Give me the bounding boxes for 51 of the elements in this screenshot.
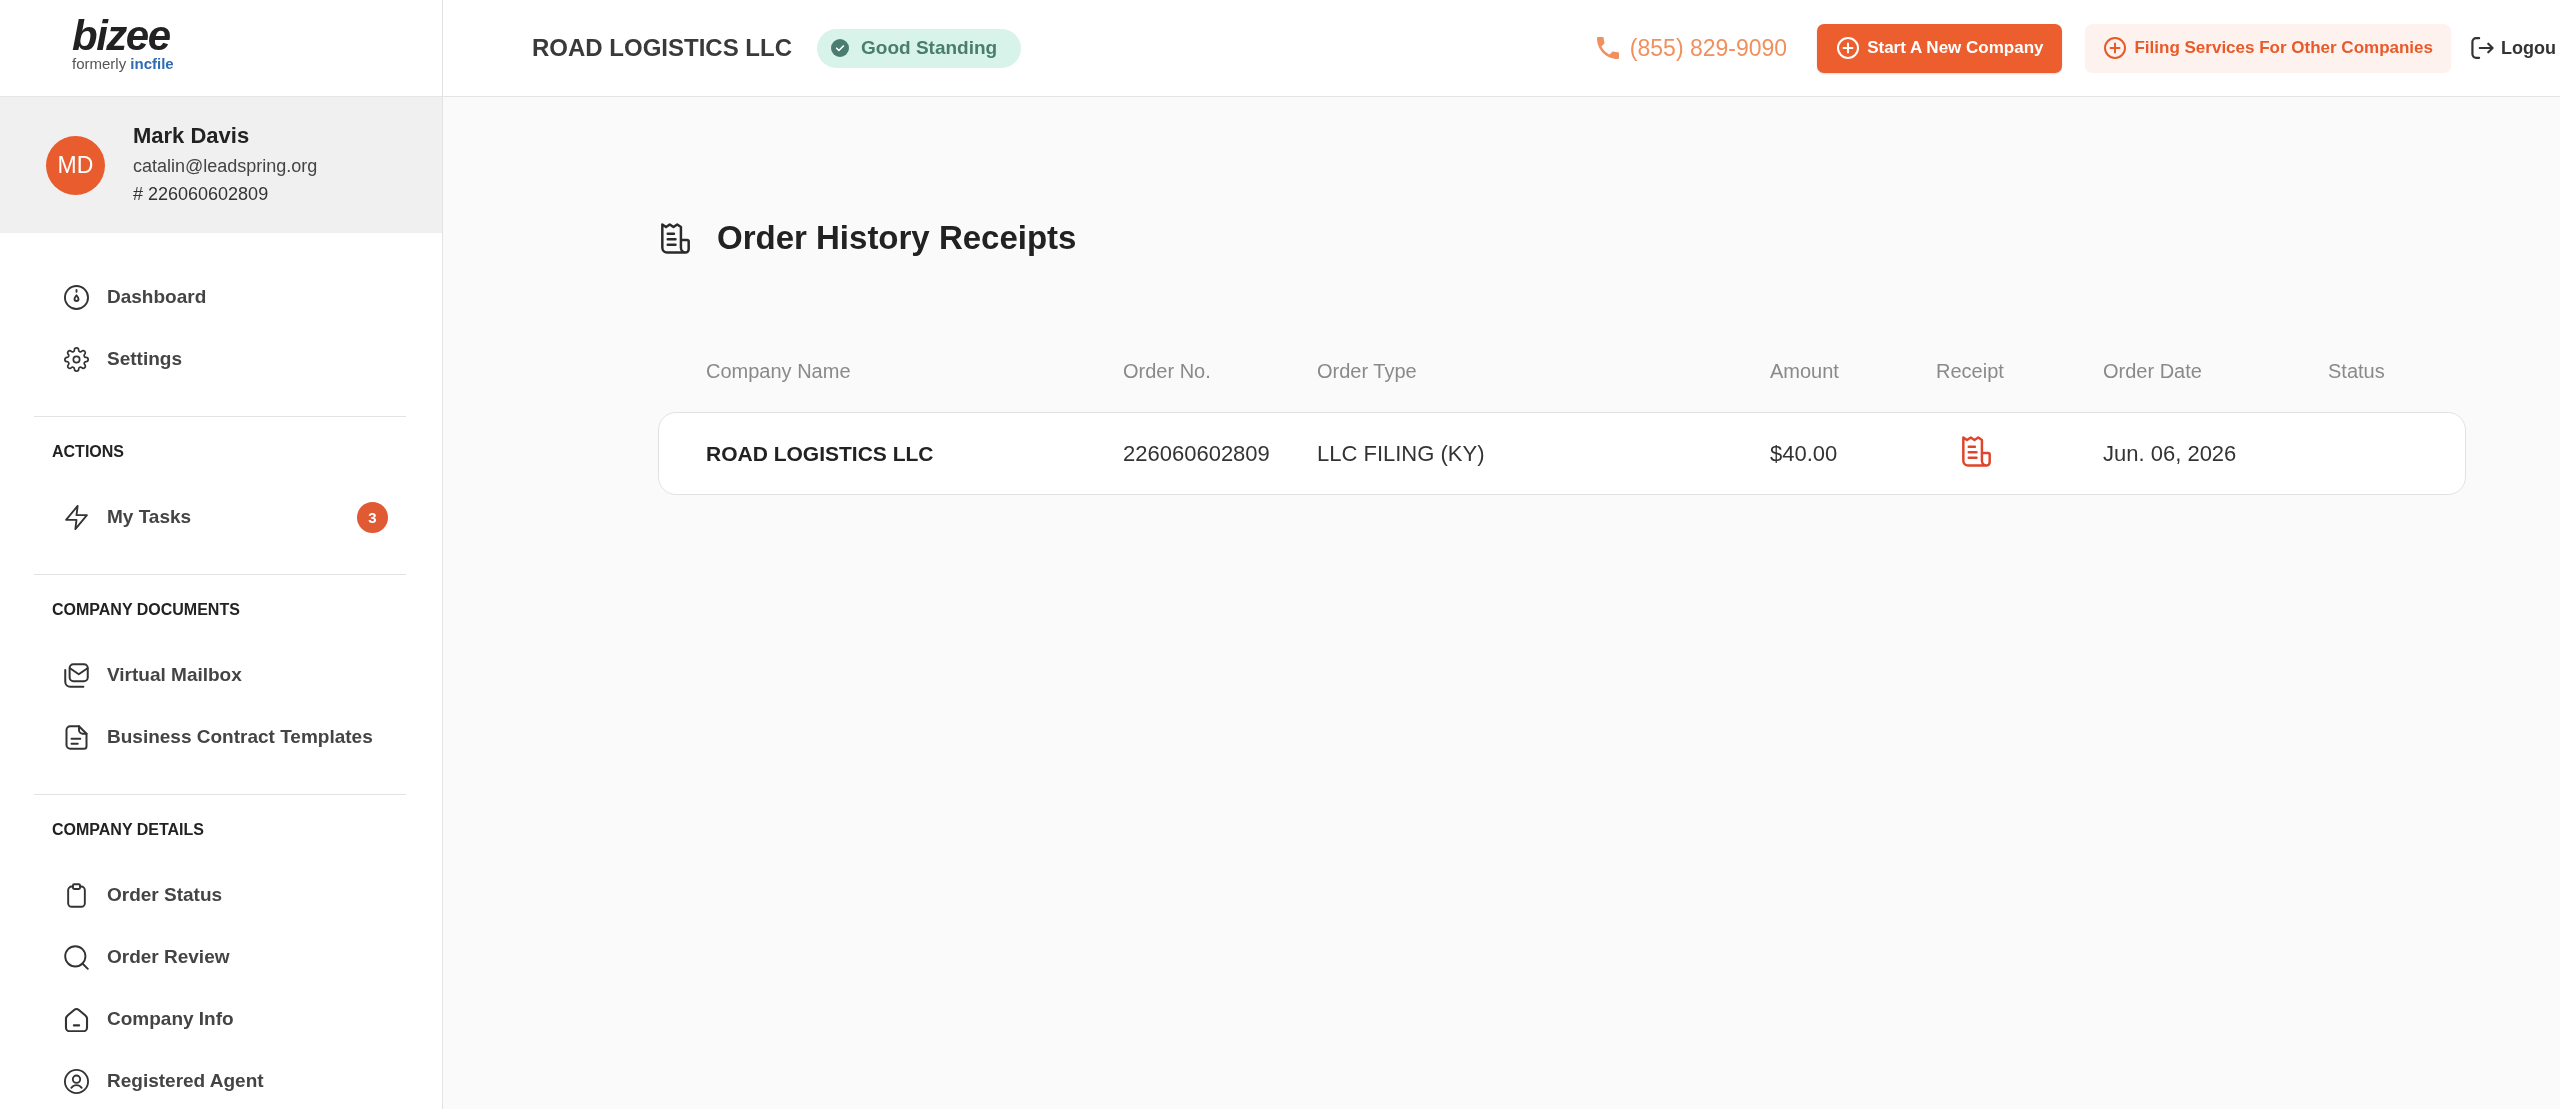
logo-wordmark: bizee [72,18,170,54]
receipt-icon [659,222,692,254]
table-cell: $40.00 [1770,440,1838,467]
logout-link[interactable]: Logou [2471,37,2556,59]
logo-tagline: formerly incfile [72,55,174,73]
phone-icon [1596,37,1619,59]
account-number: # 226060602809 [133,183,269,206]
clipboard-icon [64,882,89,908]
document-icon [64,724,89,750]
table-cell: Jun. 06, 2026 [2103,440,2237,467]
column-header: Order Date [2103,359,2202,383]
table-cell: 226060602809 [1123,440,1270,467]
user-avatar: MD [46,135,105,195]
section-heading: ACTIONS [52,442,124,462]
nav-item[interactable]: Business Contract Templates [64,724,373,750]
status-label: Good Standing [861,37,998,59]
section-heading: COMPANY DOCUMENTS [52,600,240,620]
nav-item[interactable]: Settings [64,346,182,372]
nav-item[interactable]: Order Status [64,882,223,908]
plus-circle-icon [2104,37,2127,59]
user-name: Mark Davis [133,122,250,150]
receipt-icon[interactable] [1960,436,1993,467]
column-header: Order No. [1123,359,1211,383]
column-header: Status [2328,359,2385,383]
page-title: Order History Receipts [717,218,1077,258]
table-cell: ROAD LOGISTICS LLC [706,441,934,466]
company-name: ROAD LOGISTICS LLC [532,34,792,62]
check-circle-icon [831,39,849,57]
house-icon [64,1006,89,1032]
logout-icon [2471,37,2494,59]
envelope-icon [64,662,89,688]
count-badge: 3 [357,501,388,533]
nav-item[interactable]: Company Info [64,1006,234,1032]
nav-item[interactable]: Virtual Mailbox [64,662,242,688]
nav-item[interactable]: Dashboard [64,284,207,310]
column-header: Amount [1770,359,1839,383]
gauge-icon [64,284,89,310]
lightning-icon [64,504,89,530]
section-heading: COMPANY DETAILS [52,820,204,840]
table-cell: LLC FILING (KY) [1317,440,1485,467]
nav-item[interactable]: Registered Agent [64,1068,264,1094]
user-email: catalin@leadspring.org [133,155,318,178]
nav-item[interactable]: Order Review [64,944,230,970]
column-header: Receipt [1936,359,2004,383]
column-header: Company Name [706,359,851,383]
plus-circle-icon [1837,37,1860,59]
person-circle-icon [64,1068,89,1094]
search-icon [64,944,89,970]
column-header: Order Type [1317,359,1417,383]
gear-icon [64,346,89,372]
nav-item[interactable]: My Tasks [64,504,192,530]
